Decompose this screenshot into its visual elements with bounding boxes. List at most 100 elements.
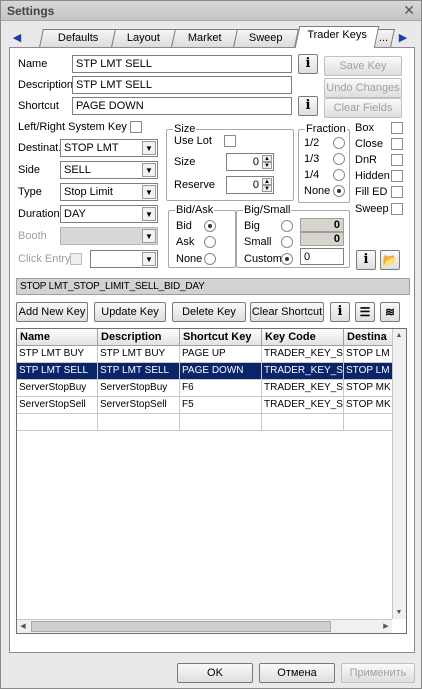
cancel-button[interactable]: Отмена (259, 663, 335, 683)
type-label: Type (18, 186, 42, 198)
clear-fields-button[interactable]: Clear Fields (324, 98, 402, 118)
window-title: Settings (7, 4, 55, 18)
scroll-up-icon[interactable]: ▲ (393, 329, 405, 342)
flag-filled-checkbox[interactable] (391, 186, 403, 198)
click-entry-checkbox[interactable] (70, 253, 82, 265)
click-entry-select[interactable]: ▼ (90, 250, 158, 268)
clear-shortcut-button[interactable]: Clear Shortcut (250, 302, 324, 322)
flag-dnr-checkbox[interactable] (391, 154, 403, 166)
bid-ask-none-label: None (176, 253, 203, 265)
fraction-third-radio[interactable] (333, 153, 345, 165)
booth-select[interactable]: ▼ (60, 227, 158, 245)
table-cell: PAGE UP (180, 346, 262, 363)
side-label: Side (18, 164, 41, 176)
table-cell: PAGE DOWN (180, 363, 262, 380)
big-radio[interactable] (281, 220, 293, 232)
column-header-destination[interactable]: Destina (344, 329, 394, 346)
horizontal-scroll-thumb[interactable] (31, 621, 331, 632)
fraction-option-label: 1/3 (304, 153, 320, 165)
fraction-group-title: Fraction (305, 123, 347, 135)
flag-close-checkbox[interactable] (391, 138, 403, 150)
tab-defaults[interactable]: Defaults (39, 29, 117, 47)
tab-scroll-left-icon[interactable]: ◀ (11, 29, 23, 47)
fraction-option-label: None (304, 185, 331, 197)
flag-sweep-checkbox[interactable] (391, 203, 403, 215)
column-header-key-code[interactable]: Key Code (262, 329, 344, 346)
table-cell (17, 414, 98, 431)
column-header-description[interactable]: Description (98, 329, 180, 346)
description-field[interactable]: STP LMT SELL (72, 76, 292, 94)
duration-label: Duration (18, 208, 60, 220)
fraction-half-radio[interactable] (333, 137, 345, 149)
flag-box-checkbox[interactable] (391, 122, 403, 134)
shortcut-info-icon[interactable]: i (298, 96, 318, 116)
spin-down-icon[interactable]: ▼ (262, 162, 272, 169)
info-icon[interactable]: i (330, 302, 350, 322)
shortcut-field[interactable]: PAGE DOWN (72, 97, 292, 115)
table-cell (344, 414, 394, 431)
bid-radio[interactable] (204, 220, 216, 232)
flag-hidden-checkbox[interactable] (391, 170, 403, 182)
fraction-quarter-radio[interactable] (333, 169, 345, 181)
info-icon[interactable]: i (356, 250, 376, 270)
close-icon[interactable]: ✕ (403, 2, 415, 19)
table-cell (262, 414, 344, 431)
vertical-scrollbar[interactable]: ▲ ▼ (392, 329, 406, 619)
delete-key-button[interactable]: Delete Key (172, 302, 246, 322)
ask-radio[interactable] (204, 236, 216, 248)
horizontal-scrollbar[interactable]: ◀ ▶ (17, 619, 392, 633)
add-new-key-button[interactable]: Add New Key (16, 302, 88, 322)
tab-scroll-right-icon[interactable]: ▶ (397, 29, 409, 47)
small-value: 0 (300, 232, 344, 246)
flag-dnr-label: DnR (355, 154, 378, 166)
size-stepper[interactable]: 0 ▲ ▼ (226, 153, 274, 171)
chevron-down-icon: ▼ (142, 163, 156, 177)
apply-button[interactable]: Применить (341, 663, 415, 683)
duration-select[interactable]: DAY ▼ (60, 205, 158, 223)
table-cell (180, 414, 262, 431)
table-cell: STOP MK (344, 397, 394, 414)
table-cell: TRADER_KEY_S (262, 363, 344, 380)
name-label: Name (18, 58, 48, 70)
scroll-left-icon[interactable]: ◀ (17, 620, 29, 633)
table-cell: F6 (180, 380, 262, 397)
scroll-right-icon[interactable]: ▶ (380, 620, 392, 633)
spin-up-icon[interactable]: ▲ (262, 178, 272, 185)
tab-trader-keys[interactable]: Trader Keys (294, 26, 380, 48)
save-key-button[interactable]: Save Key (324, 56, 402, 76)
table-cell: STP LMT SELL (17, 363, 98, 380)
lr-system-key-checkbox[interactable] (130, 121, 142, 133)
spin-up-icon[interactable]: ▲ (262, 155, 272, 162)
list-lines-icon[interactable]: ☰ (355, 302, 375, 322)
bid-ask-none-radio[interactable] (204, 253, 216, 265)
column-header-name[interactable]: Name (17, 329, 98, 346)
list-clear-icon[interactable]: ≋ (380, 302, 400, 322)
use-lot-checkbox[interactable] (224, 135, 236, 147)
table-cell (98, 414, 180, 431)
type-select[interactable]: Stop Limit ▼ (60, 183, 158, 201)
chevron-down-icon: ▼ (142, 141, 156, 155)
ok-button[interactable]: OK (177, 663, 253, 683)
custom-size-field[interactable]: 0 (300, 248, 344, 265)
click-entry-label: Click Entry (18, 253, 71, 265)
table-cell: STOP MK (344, 380, 394, 397)
name-field[interactable]: STP LMT SELL (72, 55, 292, 73)
tab-market[interactable]: Market (171, 29, 239, 47)
column-header-shortcut-key[interactable]: Shortcut Key (180, 329, 262, 346)
spin-down-icon[interactable]: ▼ (262, 185, 272, 192)
folder-open-icon[interactable]: 📂 (380, 250, 400, 270)
reserve-stepper[interactable]: 0 ▲ ▼ (226, 176, 274, 194)
fraction-none-radio[interactable] (333, 185, 345, 197)
update-key-button[interactable]: Update Key (94, 302, 166, 322)
destination-select[interactable]: STOP LMT ▼ (60, 139, 158, 157)
tab-layout[interactable]: Layout (111, 29, 177, 47)
small-radio[interactable] (281, 236, 293, 248)
side-select[interactable]: SELL ▼ (60, 161, 158, 179)
size-group-title: Size (173, 123, 197, 135)
tab-sweep[interactable]: Sweep (233, 29, 299, 47)
scroll-down-icon[interactable]: ▼ (393, 606, 405, 619)
bid-ask-group-title: Bid/Ask (175, 204, 215, 216)
info-icon[interactable]: i (298, 54, 318, 74)
custom-radio[interactable] (281, 253, 293, 265)
undo-changes-button[interactable]: Undo Changes (324, 78, 402, 98)
